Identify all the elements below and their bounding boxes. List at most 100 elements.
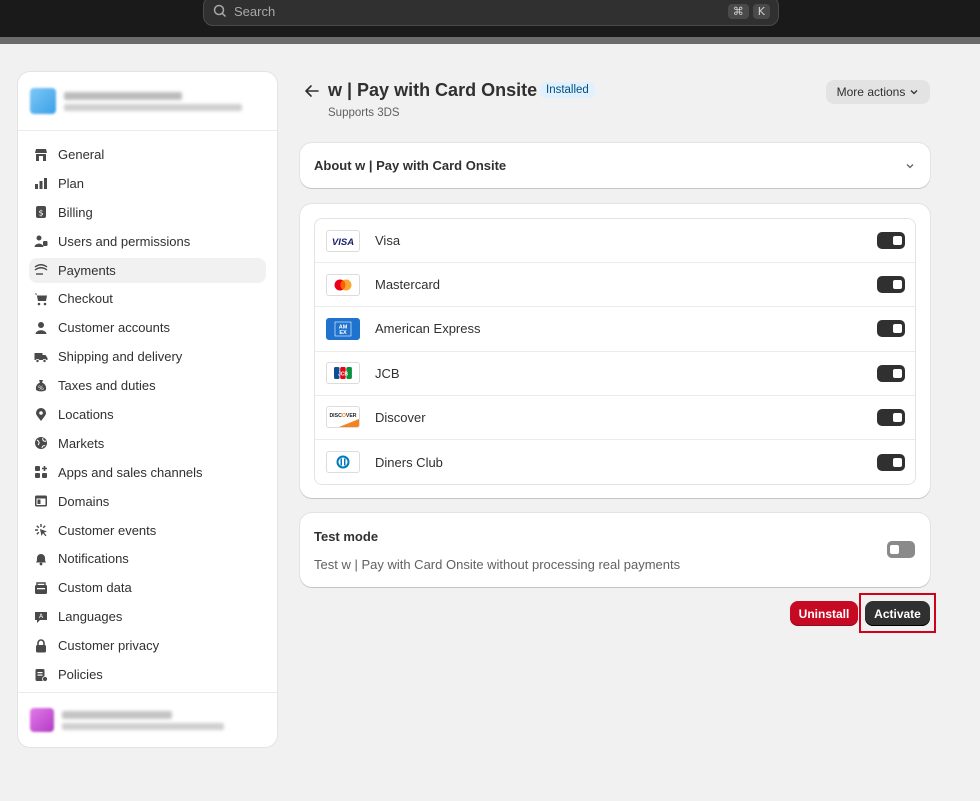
jcb-toggle[interactable] xyxy=(877,364,905,382)
sidebar-item-customer-events[interactable]: Customer events xyxy=(29,518,266,543)
sidebar-item-label: General xyxy=(58,147,105,162)
status-badge: Installed xyxy=(540,82,595,98)
back-arrow-icon[interactable] xyxy=(303,82,321,100)
sidebar-item-label: Checkout xyxy=(58,291,113,307)
data-icon xyxy=(35,582,47,594)
visa-toggle[interactable] xyxy=(877,232,905,250)
diners-toggle[interactable] xyxy=(877,453,905,471)
plan-icon xyxy=(35,178,47,190)
more-actions-label: More actions xyxy=(836,85,906,99)
sidebar-item-label: Payments xyxy=(58,262,116,278)
svg-text:EX: EX xyxy=(339,330,347,336)
payment-method-name: Mastercard xyxy=(375,277,441,293)
sidebar-item-label: Billing xyxy=(58,204,93,220)
search-bar[interactable]: Search ⌘ K xyxy=(203,0,779,26)
list-item: JCB JCB xyxy=(315,352,915,396)
user-info-redacted xyxy=(62,707,224,734)
payment-methods-card: VISA Visa Mastercard AM EX American Expre… xyxy=(300,204,930,498)
sidebar-item-shipping[interactable]: Shipping and delivery xyxy=(29,344,266,369)
sidebar-item-label: Customer accounts xyxy=(58,320,170,336)
amex-toggle[interactable] xyxy=(877,320,905,338)
bell-icon xyxy=(36,553,46,566)
svg-text:$: $ xyxy=(38,209,43,218)
sidebar-item-label: Shipping and delivery xyxy=(58,349,183,365)
sidebar-item-customer-accounts[interactable]: Customer accounts xyxy=(29,315,266,340)
chevron-down-icon xyxy=(906,163,914,168)
shortcut-key: K xyxy=(752,3,770,19)
sidebar-item-payments[interactable]: Payments xyxy=(29,257,266,283)
svg-text:%: % xyxy=(38,385,44,392)
payments-icon xyxy=(34,264,48,275)
about-collapsible[interactable]: About w | Pay with Card Onsite xyxy=(300,143,930,188)
store-info-redacted xyxy=(64,88,242,115)
about-title: About w | Pay with Card Onsite xyxy=(314,158,507,173)
sidebar-item-label: Policies xyxy=(58,667,103,683)
sidebar-item-domains[interactable]: Domains xyxy=(29,489,266,514)
list-item: VISA Visa xyxy=(315,219,915,264)
user-avatar xyxy=(30,708,54,732)
sidebar-item-taxes[interactable]: % Taxes and duties xyxy=(29,373,266,398)
location-icon xyxy=(36,407,46,421)
activate-highlight xyxy=(859,593,936,633)
sidebar-item-label: Markets xyxy=(58,435,105,451)
sidebar-item-general[interactable]: General xyxy=(29,142,266,167)
sidebar-item-checkout[interactable]: Checkout xyxy=(29,286,266,311)
sidebar-item-plan[interactable]: Plan xyxy=(29,171,266,196)
sidebar-item-locations[interactable]: Locations xyxy=(29,402,266,427)
sidebar-item-billing[interactable]: $ Billing xyxy=(29,200,266,225)
list-item: DISCOVER Discover xyxy=(315,396,915,440)
top-bar-divider xyxy=(0,37,980,44)
cart-icon xyxy=(34,293,47,306)
list-item: AM EX American Express xyxy=(315,307,915,352)
sidebar-item-policies[interactable]: Policies xyxy=(29,662,266,687)
payment-methods-list: VISA Visa Mastercard AM EX American Expre… xyxy=(314,218,916,486)
lock-icon xyxy=(36,638,46,653)
payment-method-name: Discover xyxy=(375,409,426,425)
more-actions-button[interactable]: More actions xyxy=(826,80,930,104)
sidebar-item-apps[interactable]: Apps and sales channels xyxy=(29,460,266,485)
payment-method-name: Diners Club xyxy=(375,454,443,470)
list-item: Mastercard xyxy=(315,263,915,308)
svg-text:VISA: VISA xyxy=(332,237,354,247)
users-icon xyxy=(34,235,48,248)
mastercard-toggle[interactable] xyxy=(877,276,905,294)
sidebar-item-custom-data[interactable]: Custom data xyxy=(29,575,266,600)
sidebar-item-label: Apps and sales channels xyxy=(58,464,203,480)
top-bar: Search ⌘ K xyxy=(0,0,980,37)
search-icon xyxy=(213,4,227,18)
test-mode-card: Test mode Test w | Pay with Card Onsite … xyxy=(300,513,930,587)
sidebar-item-label: Languages xyxy=(58,609,123,625)
visa-logo-icon: VISA xyxy=(326,229,360,252)
store-header[interactable] xyxy=(18,72,277,131)
amex-logo-icon: AM EX xyxy=(326,317,360,340)
test-mode-description: Test w | Pay with Card Onsite without pr… xyxy=(314,557,681,572)
sidebar-item-languages[interactable]: A Languages xyxy=(29,604,266,629)
settings-nav: General Plan $ Billing Users and permiss… xyxy=(18,131,277,687)
sidebar-item-label: Domains xyxy=(58,493,110,509)
account-footer[interactable] xyxy=(18,692,277,747)
sidebar-item-users[interactable]: Users and permissions xyxy=(29,229,266,254)
uninstall-button[interactable]: Uninstall xyxy=(790,601,858,626)
chevron-down-icon xyxy=(910,90,918,95)
language-icon: A xyxy=(35,611,47,623)
sidebar-item-customer-privacy[interactable]: Customer privacy xyxy=(29,633,266,658)
jcb-logo-icon: JCB xyxy=(326,362,360,385)
sidebar-item-markets[interactable]: Markets xyxy=(29,431,266,456)
mastercard-logo-icon xyxy=(326,273,360,296)
events-icon xyxy=(35,524,47,537)
sidebar-item-label: Custom data xyxy=(58,580,132,596)
payment-method-name: American Express xyxy=(375,321,481,337)
payment-method-name: Visa xyxy=(375,233,401,249)
sidebar-item-label: Plan xyxy=(58,175,85,191)
test-mode-toggle[interactable] xyxy=(887,541,915,558)
sidebar-item-label: Customer privacy xyxy=(58,638,160,654)
globe-icon xyxy=(35,437,47,450)
domain-icon xyxy=(35,495,47,507)
list-item: Diners Club xyxy=(315,440,915,484)
sidebar-item-notifications[interactable]: Notifications xyxy=(29,546,266,571)
diners-logo-icon xyxy=(326,451,360,474)
person-icon xyxy=(35,321,47,334)
truck-icon xyxy=(34,352,48,363)
discover-toggle[interactable] xyxy=(877,408,905,426)
page-title: w | Pay with Card Onsite xyxy=(328,80,538,100)
